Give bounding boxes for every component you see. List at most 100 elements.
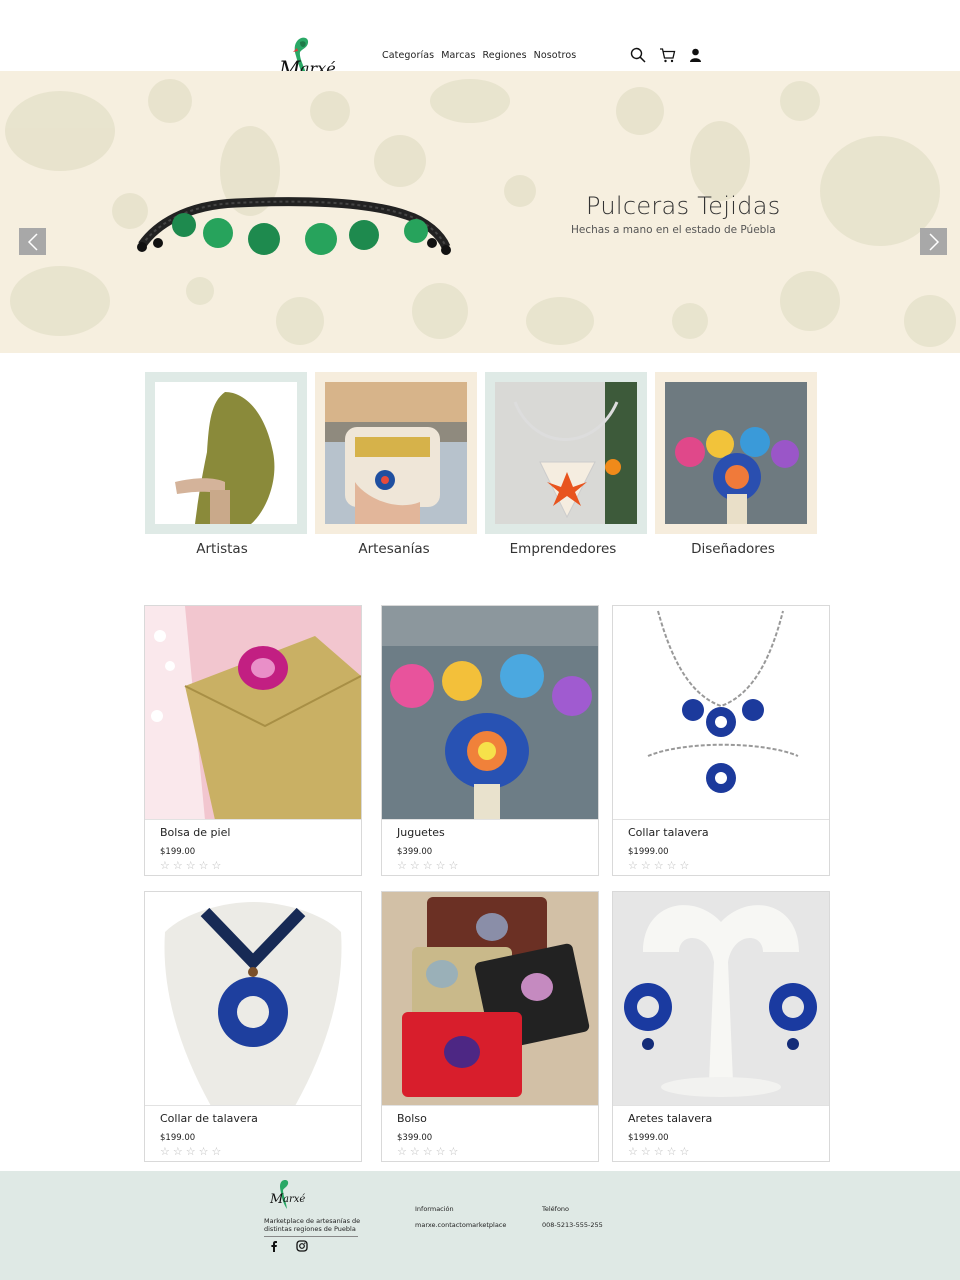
star-icon[interactable]: ☆: [654, 860, 664, 871]
footer-phone: 008-5213-555-255: [542, 1221, 603, 1229]
star-icon[interactable]: ☆: [641, 860, 651, 871]
star-icon[interactable]: ☆: [397, 1146, 407, 1157]
product-price: $399.00: [397, 847, 433, 857]
star-icon[interactable]: ☆: [628, 860, 638, 871]
star-icon[interactable]: ☆: [449, 1146, 459, 1157]
footer-phone-heading: Teléfono: [542, 1205, 570, 1213]
svg-text:arxé: arxé: [283, 1194, 305, 1205]
rating-stars[interactable]: ☆ ☆ ☆ ☆ ☆: [397, 860, 458, 871]
product-card[interactable]: Juguetes $399.00 ☆ ☆ ☆ ☆ ☆: [381, 605, 599, 876]
product-name: Collar de talavera: [160, 1112, 258, 1125]
hero-title: Pulceras Tejidas: [586, 192, 781, 220]
star-icon[interactable]: ☆: [667, 860, 677, 871]
hero-subtitle: Hechas a mano en el estado de Púebla: [571, 224, 776, 236]
star-icon[interactable]: ☆: [654, 1146, 664, 1157]
product-image: [382, 892, 598, 1106]
main-nav: Categorías Marcas Regiones Nosotros: [382, 50, 576, 61]
star-icon[interactable]: ☆: [449, 860, 459, 871]
footer-description: Marketplace de artesanías de distintas r…: [264, 1217, 361, 1233]
star-icon[interactable]: ☆: [173, 860, 183, 871]
category-disenadores[interactable]: [655, 372, 817, 534]
star-icon[interactable]: ☆: [186, 1146, 196, 1157]
category-emprendedores[interactable]: [485, 372, 647, 534]
product-name: Juguetes: [397, 826, 445, 839]
search-icon[interactable]: [630, 47, 646, 63]
category-artistas[interactable]: [145, 372, 307, 534]
product-card[interactable]: Bolso $399.00 ☆ ☆ ☆ ☆ ☆: [381, 891, 599, 1162]
carousel-prev-button[interactable]: [19, 228, 46, 255]
rating-stars[interactable]: ☆ ☆ ☆ ☆ ☆: [397, 1146, 458, 1157]
chevron-right-icon: [928, 232, 939, 251]
product-card[interactable]: Aretes talavera $1999.00 ☆ ☆ ☆ ☆ ☆: [612, 891, 830, 1162]
category-artesanias[interactable]: [315, 372, 477, 534]
user-icon[interactable]: [689, 48, 702, 62]
category-image: [325, 382, 467, 524]
product-card[interactable]: Bolsa de piel $199.00 ☆ ☆ ☆ ☆ ☆: [144, 605, 362, 876]
rating-stars[interactable]: ☆ ☆ ☆ ☆ ☆: [160, 1146, 221, 1157]
instagram-icon[interactable]: [296, 1240, 308, 1252]
star-icon[interactable]: ☆: [199, 860, 209, 871]
rating-stars[interactable]: ☆ ☆ ☆ ☆ ☆: [160, 860, 221, 871]
star-icon[interactable]: ☆: [667, 1146, 677, 1157]
star-icon[interactable]: ☆: [212, 1146, 222, 1157]
star-icon[interactable]: ☆: [410, 860, 420, 871]
category-label-disenadores[interactable]: Diseñadores: [652, 541, 814, 557]
product-price: $1999.00: [628, 1133, 669, 1143]
footer-divider: [264, 1236, 358, 1237]
product-price: $199.00: [160, 1133, 196, 1143]
product-name: Aretes talavera: [628, 1112, 713, 1125]
star-icon[interactable]: ☆: [160, 1146, 170, 1157]
product-name: Collar talavera: [628, 826, 709, 839]
hero-banner: Pulceras Tejidas Hechas a mano en el est…: [0, 71, 960, 353]
product-price: $199.00: [160, 847, 196, 857]
star-icon[interactable]: ☆: [680, 860, 690, 871]
star-icon[interactable]: ☆: [436, 860, 446, 871]
star-icon[interactable]: ☆: [410, 1146, 420, 1157]
category-image: [665, 382, 807, 524]
star-icon[interactable]: ☆: [186, 860, 196, 871]
carousel-next-button[interactable]: [920, 228, 947, 255]
star-icon[interactable]: ☆: [628, 1146, 638, 1157]
star-icon[interactable]: ☆: [397, 860, 407, 871]
star-icon[interactable]: ☆: [423, 860, 433, 871]
category-label-artistas[interactable]: Artistas: [141, 541, 303, 557]
site-footer: M arxé Marketplace de artesanías de dist…: [0, 1171, 960, 1280]
social-links: [268, 1240, 308, 1252]
product-price: $1999.00: [628, 847, 669, 857]
product-image: [613, 892, 829, 1106]
footer-email-link[interactable]: marxe.contactomarketplace: [415, 1221, 506, 1229]
product-name: Bolso: [397, 1112, 427, 1125]
rating-stars[interactable]: ☆ ☆ ☆ ☆ ☆: [628, 860, 689, 871]
product-card[interactable]: Collar talavera $1999.00 ☆ ☆ ☆ ☆ ☆: [612, 605, 830, 876]
bracelet-product-image: [137, 197, 451, 255]
chevron-left-icon: [27, 232, 38, 251]
product-price: $399.00: [397, 1133, 433, 1143]
nav-item-categorias[interactable]: Categorías: [382, 50, 434, 61]
category-label-artesanias[interactable]: Artesanías: [313, 541, 475, 557]
star-icon[interactable]: ☆: [641, 1146, 651, 1157]
category-image: [155, 382, 297, 524]
star-icon[interactable]: ☆: [436, 1146, 446, 1157]
site-header: M arxé Categorías Marcas Regiones Nosotr…: [0, 0, 960, 102]
facebook-icon[interactable]: [268, 1240, 280, 1252]
star-icon[interactable]: ☆: [212, 860, 222, 871]
product-name: Bolsa de piel: [160, 826, 231, 839]
product-image: [613, 606, 829, 820]
cart-icon[interactable]: [659, 47, 676, 63]
product-image: [145, 892, 361, 1106]
category-label-emprendedores[interactable]: Emprendedores: [482, 541, 644, 557]
star-icon[interactable]: ☆: [160, 860, 170, 871]
star-icon[interactable]: ☆: [680, 1146, 690, 1157]
star-icon[interactable]: ☆: [199, 1146, 209, 1157]
product-image: [382, 606, 598, 820]
nav-item-nosotros[interactable]: Nosotros: [534, 50, 577, 61]
star-icon[interactable]: ☆: [423, 1146, 433, 1157]
header-actions: [630, 47, 702, 63]
rating-stars[interactable]: ☆ ☆ ☆ ☆ ☆: [628, 1146, 689, 1157]
star-icon[interactable]: ☆: [173, 1146, 183, 1157]
nav-item-marcas[interactable]: Marcas: [441, 50, 475, 61]
product-card[interactable]: Collar de talavera $199.00 ☆ ☆ ☆ ☆ ☆: [144, 891, 362, 1162]
footer-info-heading: Información: [415, 1205, 454, 1213]
nav-item-regiones[interactable]: Regiones: [483, 50, 527, 61]
category-image: [495, 382, 637, 524]
